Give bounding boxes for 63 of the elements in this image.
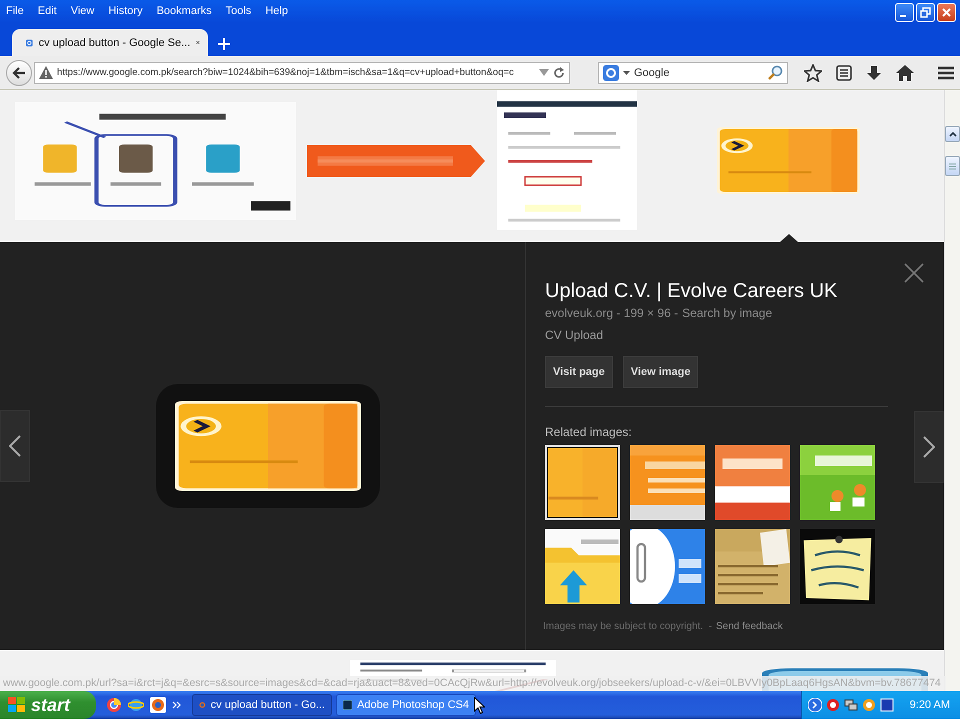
tray-icon[interactable] xyxy=(880,698,894,712)
dropdown-icon[interactable] xyxy=(623,70,630,74)
tray-icon[interactable] xyxy=(826,698,840,712)
close-icon xyxy=(941,6,952,18)
grip-icon xyxy=(949,162,956,170)
app-icon[interactable] xyxy=(150,697,166,713)
scroll-thumb[interactable] xyxy=(945,156,960,176)
next-button[interactable] xyxy=(914,411,944,483)
home-icon[interactable] xyxy=(896,64,914,80)
taskbar-button[interactable]: cv upload button - Go... xyxy=(192,694,332,716)
network-icon[interactable] xyxy=(844,698,858,712)
start-button[interactable]: start xyxy=(0,691,96,719)
back-arrow-icon xyxy=(12,66,26,78)
action-button[interactable]: Visit page xyxy=(545,356,613,388)
close-icon[interactable] xyxy=(904,263,924,283)
status-url: www.google.com.pk/url?sa=i&rct=j&q=&esrc=s&source=images&cd=&cad=rja&uact=8&ved=0CAcQjRw&url=http://evolveuk.org/jobseekers/upload-c-v/&ei=0LBVVIy0BpLaaq6HgsAN&bvm=bv.78677474 xyxy=(0,676,946,691)
taskbar-button[interactable]: Adobe Photoshop CS4 xyxy=(336,694,476,716)
menu-item[interactable]: View xyxy=(64,5,102,17)
plus-icon[interactable] xyxy=(218,38,230,50)
search-icon[interactable] xyxy=(767,64,783,80)
menu-item[interactable]: Help xyxy=(259,5,296,17)
action-button[interactable]: View image xyxy=(622,356,698,388)
menu-item[interactable]: File xyxy=(0,5,32,17)
menu-item[interactable]: History xyxy=(102,5,151,17)
menu-item[interactable]: Edit xyxy=(32,5,65,17)
feedback-link[interactable]: Send feedback xyxy=(716,621,783,632)
menu-item[interactable]: Tools xyxy=(220,5,260,17)
caret-up-icon xyxy=(948,132,956,136)
back-button[interactable] xyxy=(6,60,32,86)
minimize-icon xyxy=(900,14,906,16)
address-field[interactable]: https://www.google.com.pk/search?biw=1024&bih=639&noj=1&tbm=isch&sa=1&q=cv+upload+button&oq=c xyxy=(34,62,570,84)
download-icon[interactable] xyxy=(866,64,882,80)
maximize-button[interactable] xyxy=(916,2,935,22)
menu-item[interactable]: Bookmarks xyxy=(150,5,220,17)
cursor-icon xyxy=(474,697,485,714)
image-caption: CV Upload xyxy=(545,328,604,342)
warning-icon xyxy=(39,66,53,79)
menu-icon[interactable] xyxy=(938,66,954,80)
search-box[interactable]: Google xyxy=(598,62,788,84)
browser-tab[interactable]: cv upload button - Google Se... xyxy=(12,29,208,56)
image-title: Upload C.V. | Evolve Careers UK xyxy=(545,280,838,303)
chevron-left-icon xyxy=(9,435,21,457)
clock: 9:20 AM xyxy=(910,699,950,711)
section-label: Related images: xyxy=(545,425,633,439)
previous-button[interactable] xyxy=(0,410,30,482)
close-button[interactable] xyxy=(937,2,956,22)
globe-icon[interactable] xyxy=(128,697,144,713)
copyright-note: Images may be subject to copyright. - xyxy=(543,621,712,632)
reload-icon[interactable] xyxy=(553,66,565,78)
globe-icon[interactable] xyxy=(106,697,122,713)
star-icon[interactable] xyxy=(804,64,822,82)
scroll-up-button[interactable] xyxy=(945,126,960,142)
minimize-button[interactable] xyxy=(895,2,914,22)
favicon-icon xyxy=(603,64,619,80)
list-icon[interactable] xyxy=(836,64,852,80)
windows-flag-icon xyxy=(8,697,26,713)
search-by-image-link[interactable]: Search by image xyxy=(682,306,772,320)
chevron-right-icon xyxy=(923,436,935,458)
maximize-icon xyxy=(920,6,931,18)
expand-icon[interactable] xyxy=(808,698,822,712)
app-icon xyxy=(343,697,352,713)
chevron-icon[interactable] xyxy=(172,701,182,709)
image-source: evolveuk.org - 199 × 96 - xyxy=(545,306,678,320)
